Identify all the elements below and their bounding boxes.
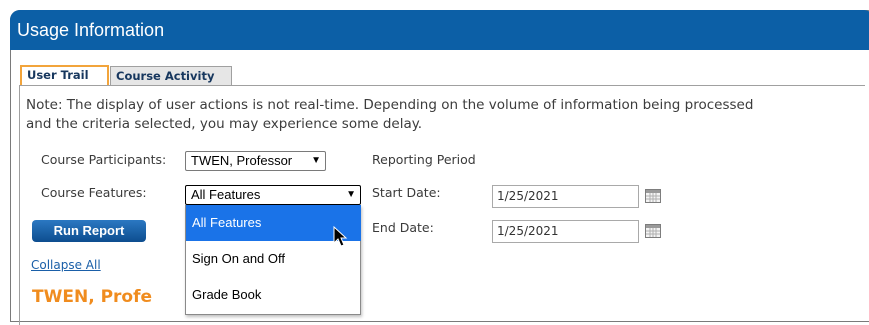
calendar-icon[interactable] <box>645 189 661 203</box>
run-report-button[interactable]: Run Report <box>32 220 146 242</box>
mouse-cursor-icon <box>333 226 348 247</box>
participant-heading: TWEN, Profe <box>32 287 153 307</box>
course-participants-label: Course Participants: <box>41 152 167 167</box>
end-date-input[interactable]: 1/25/2021 <box>492 220 639 243</box>
chevron-down-icon: ▼ <box>311 155 321 166</box>
course-features-select[interactable]: All Features ▼ <box>185 185 361 205</box>
window-title: Usage Information <box>17 20 165 40</box>
note-line-1: Note: The display of user actions is not… <box>26 97 754 113</box>
calendar-icon[interactable] <box>645 224 661 238</box>
note-line-2: and the criteria selected, you may exper… <box>26 116 423 132</box>
course-participants-select[interactable]: TWEN, Professor ▼ <box>185 151 326 171</box>
dropdown-option-grade-book[interactable]: Grade Book <box>186 277 361 313</box>
reporting-period-label: Reporting Period <box>372 152 476 167</box>
start-date-label: Start Date: <box>372 185 441 200</box>
chevron-down-icon: ▼ <box>346 189 356 200</box>
start-date-input[interactable]: 1/25/2021 <box>492 185 639 208</box>
collapse-all-link[interactable]: Collapse All <box>31 258 101 272</box>
end-date-label: End Date: <box>372 220 434 235</box>
course-features-label: Course Features: <box>41 185 147 200</box>
course-features-value: All Features <box>191 187 261 202</box>
tab-course-activity[interactable]: Course Activity <box>110 66 232 85</box>
note-text: Note: The display of user actions is not… <box>26 96 846 134</box>
tab-user-trail[interactable]: User Trail <box>20 65 109 85</box>
title-bar: Usage Information <box>10 10 869 50</box>
course-participants-value: TWEN, Professor <box>191 153 293 168</box>
course-features-dropdown: All Features Sign On and Off Grade Book <box>185 205 361 315</box>
